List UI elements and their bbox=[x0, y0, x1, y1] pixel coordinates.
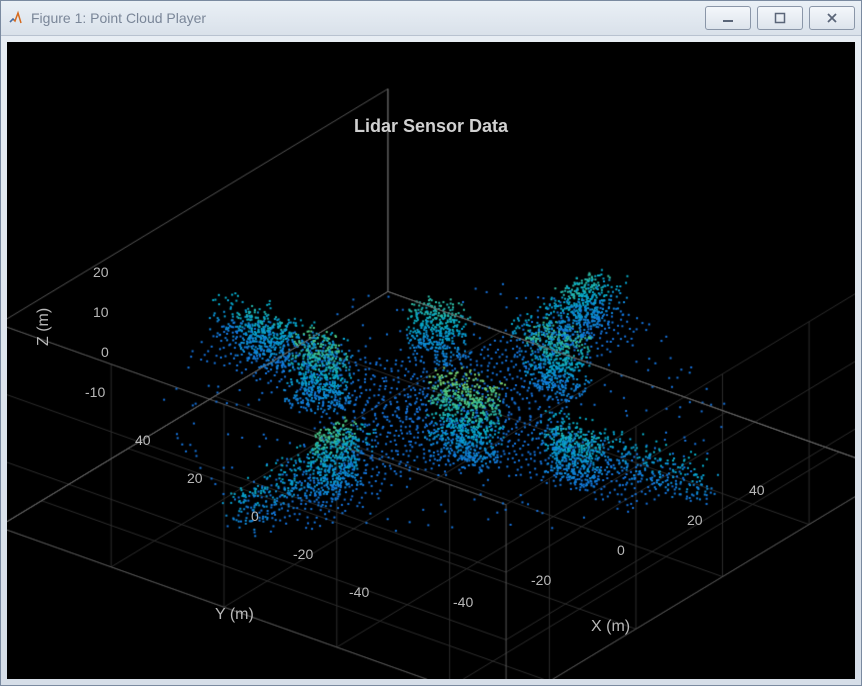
x-tick: 20 bbox=[687, 512, 703, 528]
z-axis-label: Z (m) bbox=[35, 308, 53, 346]
z-tick: 0 bbox=[101, 344, 109, 360]
z-tick: 20 bbox=[93, 264, 109, 280]
window-title: Figure 1: Point Cloud Player bbox=[31, 10, 705, 26]
x-tick: 40 bbox=[749, 482, 765, 498]
x-tick: -40 bbox=[453, 594, 473, 610]
x-tick: 0 bbox=[617, 542, 625, 558]
x-tick: -20 bbox=[531, 572, 551, 588]
figure-window: Figure 1: Point Cloud Player Lidar Senso… bbox=[0, 0, 862, 686]
x-axis-label: X (m) bbox=[591, 618, 630, 636]
z-tick: -10 bbox=[85, 384, 105, 400]
maximize-button[interactable] bbox=[757, 6, 803, 30]
plot-title: Lidar Sensor Data bbox=[7, 116, 855, 137]
y-tick: 20 bbox=[187, 470, 203, 486]
point-cloud-axes[interactable] bbox=[7, 42, 855, 679]
matlab-icon bbox=[7, 9, 25, 27]
close-button[interactable] bbox=[809, 6, 855, 30]
window-controls bbox=[705, 6, 855, 30]
y-axis-label: Y (m) bbox=[215, 606, 254, 624]
figure-client-area[interactable]: Lidar Sensor Data 20 10 0 -10 Z (m) 40 2… bbox=[7, 42, 855, 679]
titlebar[interactable]: Figure 1: Point Cloud Player bbox=[1, 1, 861, 36]
z-tick: 10 bbox=[93, 304, 109, 320]
y-tick: 0 bbox=[251, 508, 259, 524]
y-tick: 40 bbox=[135, 432, 151, 448]
minimize-button[interactable] bbox=[705, 6, 751, 30]
y-tick: -20 bbox=[293, 546, 313, 562]
y-tick: -40 bbox=[349, 584, 369, 600]
